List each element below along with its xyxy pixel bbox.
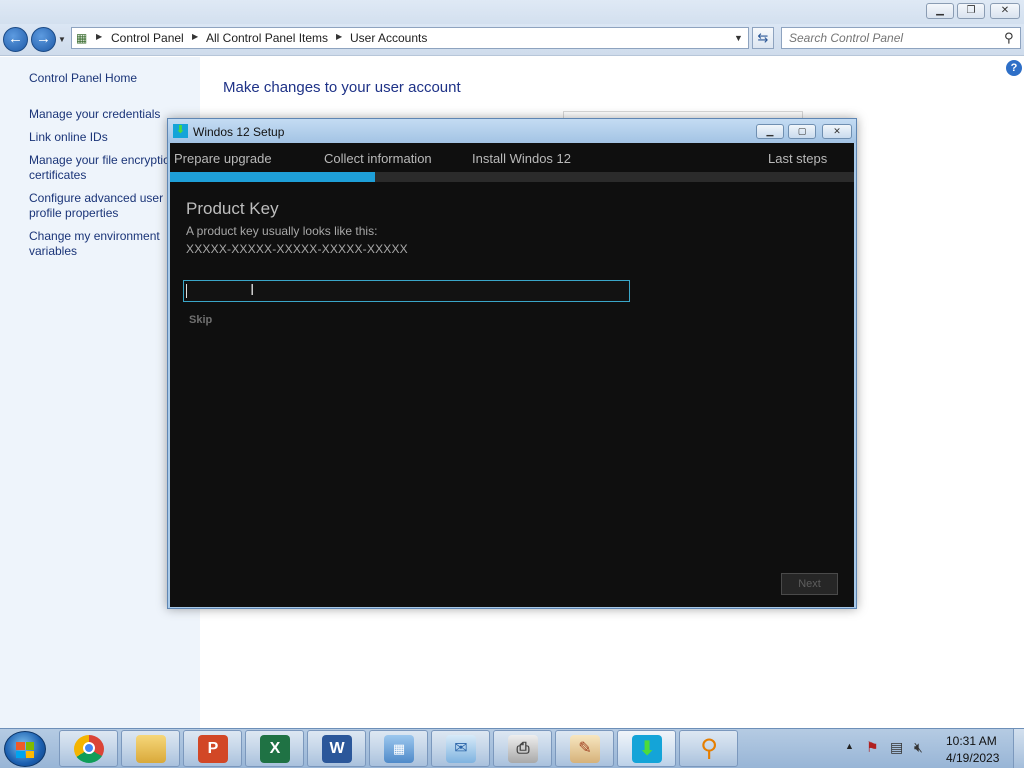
text-caret: [186, 284, 187, 298]
address-dropdown-icon[interactable]: ▼: [734, 33, 743, 43]
file-encryption-certificates-link[interactable]: Manage your file encryptio certificates: [29, 153, 170, 183]
search-input[interactable]: [782, 28, 997, 48]
start-button[interactable]: [4, 731, 46, 767]
chevron-right-icon[interactable]: ▶: [192, 32, 198, 41]
printer-icon: ⎙: [508, 735, 538, 763]
recent-pages-dropdown-icon[interactable]: ▼: [58, 35, 66, 44]
taskbar-mail[interactable]: ✉: [431, 730, 490, 767]
explorer-titlebar: ▁ ❐ ✕: [0, 0, 1024, 24]
advanced-profile-properties-link[interactable]: Configure advanced user profile properti…: [29, 191, 163, 221]
download-arrow-icon: ⬇: [173, 124, 188, 138]
navigation-bar: ← → ▼ ▦ ▶ Control Panel ▶ All Control Pa…: [0, 24, 1024, 56]
powerpoint-icon: P: [198, 735, 228, 763]
taskbar-control-panel[interactable]: ▦: [369, 730, 428, 767]
skip-button[interactable]: Skip: [189, 314, 212, 326]
link-text: Link online IDs: [29, 130, 108, 144]
action-center-flag-icon[interactable]: ⚑: [866, 739, 879, 756]
refresh-icon[interactable]: ⇆: [752, 27, 774, 49]
control-panel-icon: ▦: [384, 735, 414, 763]
step-collect-information: Collect information: [324, 151, 432, 166]
setup-dialog: ⬇ Windos 12 Setup ▁ ▢ ✕ Prepare upgrade …: [167, 118, 857, 609]
file-explorer-icon: [136, 735, 166, 763]
link-online-ids-link[interactable]: Link online IDs: [29, 130, 108, 145]
restore-button[interactable]: ❐: [957, 3, 985, 19]
taskbar-excel[interactable]: X: [245, 730, 304, 767]
breadcrumb-control-panel[interactable]: Control Panel: [111, 31, 184, 45]
next-button[interactable]: Next: [781, 573, 838, 595]
word-icon: W: [322, 735, 352, 763]
taskbar-chrome[interactable]: [59, 730, 118, 767]
step-install: Install Windos 12: [472, 151, 571, 166]
show-hidden-icons-icon[interactable]: ▲: [845, 741, 854, 751]
back-button[interactable]: ←: [3, 27, 28, 52]
help-icon[interactable]: ?: [1006, 60, 1022, 76]
taskbar-paint[interactable]: ✎: [555, 730, 614, 767]
minimize-button[interactable]: ▁: [926, 3, 954, 19]
breadcrumb-all-items[interactable]: All Control Panel Items: [206, 31, 328, 45]
search-icon[interactable]: ⚲: [1004, 30, 1014, 46]
taskbar-file-explorer[interactable]: [121, 730, 180, 767]
setup-progress-bar: [170, 172, 854, 182]
setup-maximize-button[interactable]: ▢: [788, 124, 816, 139]
step-last-steps: Last steps: [768, 151, 828, 166]
page-title: Make changes to your user account: [223, 79, 461, 96]
breadcrumb-user-accounts[interactable]: User Accounts: [350, 31, 427, 45]
search-magnifier-icon: ⚲: [700, 735, 718, 762]
link-text: Change my environment: [29, 229, 160, 243]
clock-date[interactable]: 4/19/2023: [946, 751, 999, 765]
link-text: profile properties: [29, 206, 119, 220]
link-text: certificates: [29, 168, 87, 182]
close-button[interactable]: ✕: [990, 3, 1020, 19]
forward-button[interactable]: →: [31, 27, 56, 52]
product-key-description: A product key usually looks like this:: [186, 224, 378, 238]
control-panel-icon: ▦: [76, 31, 88, 45]
taskbar-word[interactable]: W: [307, 730, 366, 767]
mail-icon: ✉: [446, 735, 476, 763]
show-desktop-button[interactable]: [1013, 729, 1024, 768]
taskbar-search[interactable]: ⚲: [679, 730, 738, 767]
setup-body: Prepare upgrade Collect information Inst…: [170, 143, 854, 607]
setup-window-title: Windos 12 Setup: [193, 125, 285, 139]
product-key-heading: Product Key: [186, 199, 279, 218]
setup-download-icon: ⬇: [632, 735, 662, 763]
link-text: variables: [29, 244, 78, 258]
setup-minimize-button[interactable]: ▁: [756, 124, 784, 139]
ibeam-cursor-icon: I: [250, 282, 255, 299]
search-box[interactable]: ⚲: [781, 27, 1021, 49]
network-icon[interactable]: ▤: [890, 739, 903, 756]
link-text: Configure advanced user: [29, 191, 164, 205]
chevron-right-icon[interactable]: ▶: [96, 32, 102, 41]
chrome-icon: [74, 735, 104, 763]
excel-icon: X: [260, 735, 290, 763]
volume-muted-icon[interactable]: 🔇︎: [914, 739, 923, 756]
setup-progress-fill: [170, 172, 376, 182]
link-text: Manage your file encryptio: [29, 153, 170, 167]
step-prepare-upgrade: Prepare upgrade: [174, 151, 272, 166]
setup-titlebar[interactable]: ⬇ Windos 12 Setup ▁ ▢ ✕: [168, 119, 856, 143]
product-key-example: XXXXX-XXXXX-XXXXX-XXXXX-XXXXX: [186, 242, 408, 256]
taskbar-printer[interactable]: ⎙: [493, 730, 552, 767]
address-bar[interactable]: ▦ ▶ Control Panel ▶ All Control Panel It…: [71, 27, 749, 49]
taskbar-setup[interactable]: ⬇: [617, 730, 676, 767]
taskbar-powerpoint[interactable]: P: [183, 730, 242, 767]
control-panel-home-link[interactable]: Control Panel Home: [29, 71, 137, 86]
manage-credentials-link[interactable]: Manage your credentials: [29, 107, 160, 122]
windows-logo-icon: [16, 742, 34, 758]
environment-variables-link[interactable]: Change my environment variables: [29, 229, 160, 259]
clock-time[interactable]: 10:31 AM: [946, 734, 997, 748]
paint-icon: ✎: [570, 735, 600, 763]
taskbar: P X W ▦ ✉ ⎙ ✎ ⬇ ⚲ ▲ ⚑ ▤ 🔇︎ 10:31 AM 4/19…: [0, 728, 1024, 768]
chevron-right-icon[interactable]: ▶: [336, 32, 342, 41]
setup-close-button[interactable]: ✕: [822, 124, 852, 139]
link-text: Manage your credentials: [29, 107, 161, 121]
